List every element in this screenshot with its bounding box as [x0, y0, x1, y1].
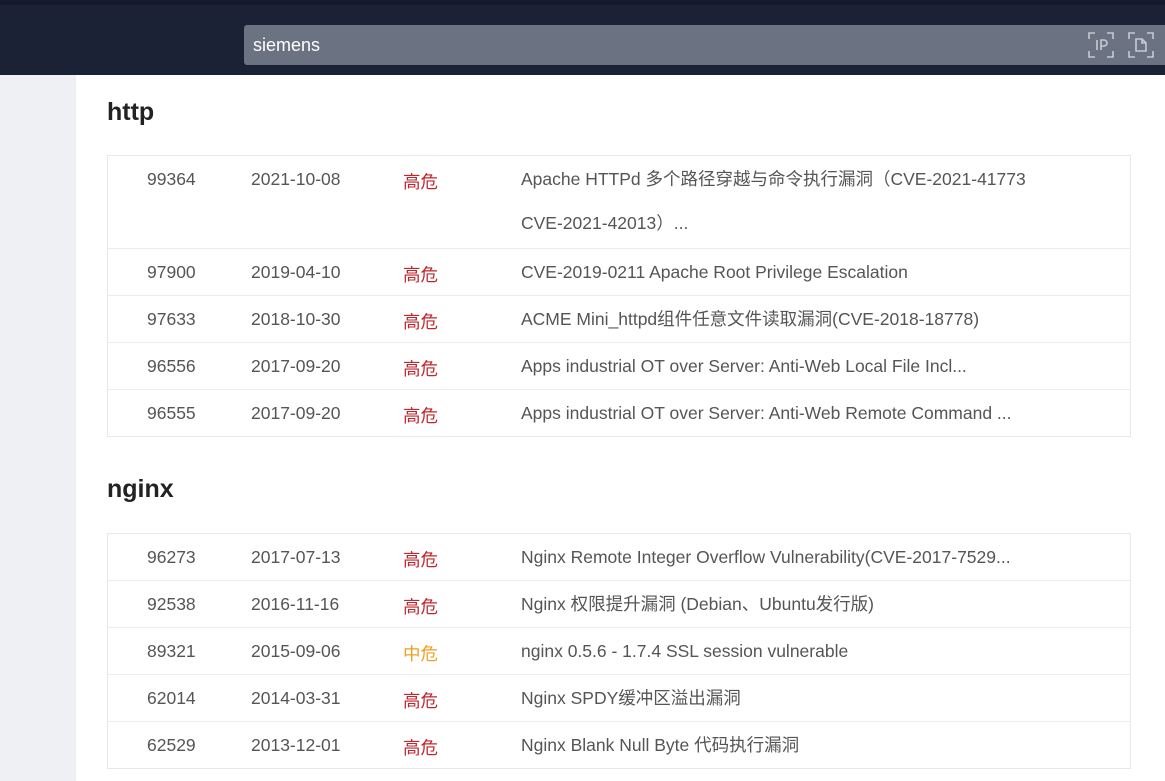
vuln-date: 2021-10-08 — [251, 169, 341, 189]
severity-label: 高危 — [403, 312, 438, 332]
vuln-table-nginx: 96273 2017-07-13 高危 Nginx Remote Integer… — [107, 533, 1131, 769]
vuln-id: 62014 — [147, 688, 196, 708]
severity-label: 高危 — [403, 406, 438, 426]
vuln-date: 2016-11-16 — [251, 594, 340, 614]
vuln-title-link[interactable]: Apps industrial OT over Server: Anti-Web… — [521, 391, 1030, 435]
severity-label: 高危 — [403, 691, 438, 711]
vuln-id: 62529 — [147, 735, 196, 755]
vuln-title-link[interactable]: nginx 0.5.6 - 1.7.4 SSL session vulnerab… — [521, 629, 1030, 673]
vuln-id: 96273 — [147, 547, 196, 567]
search-box — [244, 25, 1165, 65]
vuln-date: 2017-09-20 — [251, 403, 341, 423]
vuln-date: 2013-12-01 — [251, 735, 341, 755]
vuln-date: 2015-09-06 — [251, 641, 341, 661]
vuln-id: 99364 — [147, 169, 196, 189]
severity-label: 高危 — [403, 550, 438, 570]
vuln-title-link[interactable]: Nginx Remote Integer Overflow Vulnerabil… — [521, 535, 1030, 579]
search-input[interactable] — [244, 25, 1064, 65]
vuln-title-link[interactable]: Apps industrial OT over Server: Anti-Web… — [521, 344, 1030, 388]
vuln-id: 97900 — [147, 262, 196, 282]
table-row[interactable]: 62529 2013-12-01 高危 Nginx Blank Null Byt… — [108, 722, 1130, 768]
table-row[interactable]: 96556 2017-09-20 高危 Apps industrial OT o… — [108, 343, 1130, 390]
vuln-id: 97633 — [147, 309, 196, 329]
severity-label: 高危 — [403, 738, 438, 758]
vuln-table-http: 99364 2021-10-08 高危 Apache HTTPd 多个路径穿越与… — [107, 155, 1131, 437]
ip-scan-icon[interactable] — [1087, 31, 1115, 59]
severity-label: 中危 — [403, 644, 438, 664]
table-row[interactable]: 97633 2018-10-30 高危 ACME Mini_httpd组件任意文… — [108, 296, 1130, 343]
vuln-title-link[interactable]: CVE-2019-0211 Apache Root Privilege Esca… — [521, 250, 1030, 294]
table-row[interactable]: 92538 2016-11-16 高危 Nginx 权限提升漏洞 (Debian… — [108, 581, 1130, 628]
table-row[interactable]: 99364 2021-10-08 高危 Apache HTTPd 多个路径穿越与… — [108, 156, 1130, 249]
table-row[interactable]: 97900 2019-04-10 高危 CVE-2019-0211 Apache… — [108, 249, 1130, 296]
table-row[interactable]: 96273 2017-07-13 高危 Nginx Remote Integer… — [108, 534, 1130, 581]
section-title-nginx: nginx — [107, 475, 174, 503]
vuln-title-link[interactable]: Nginx Blank Null Byte 代码执行漏洞 — [521, 723, 1030, 767]
header-bar — [0, 0, 1165, 75]
section-title-http: http — [107, 98, 155, 126]
table-row[interactable]: 89321 2015-09-06 中危 nginx 0.5.6 - 1.7.4 … — [108, 628, 1130, 675]
vuln-date: 2014-03-31 — [251, 688, 341, 708]
vuln-date: 2019-04-10 — [251, 262, 341, 282]
document-scan-icon[interactable] — [1127, 31, 1155, 59]
header-top-strip — [0, 0, 1165, 5]
table-row[interactable]: 96555 2017-09-20 高危 Apps industrial OT o… — [108, 390, 1130, 436]
vuln-date: 2018-10-30 — [251, 309, 341, 329]
vuln-id: 96556 — [147, 356, 196, 376]
severity-label: 高危 — [403, 172, 438, 192]
vuln-date: 2017-07-13 — [251, 547, 341, 567]
vuln-id: 92538 — [147, 594, 196, 614]
vuln-title-link[interactable]: ACME Mini_httpd组件任意文件读取漏洞(CVE-2018-18778… — [521, 297, 1030, 341]
left-sidebar — [0, 75, 76, 781]
severity-label: 高危 — [403, 359, 438, 379]
severity-label: 高危 — [403, 265, 438, 285]
table-row[interactable]: 62014 2014-03-31 高危 Nginx SPDY缓冲区溢出漏洞 — [108, 675, 1130, 722]
vuln-title-link[interactable]: Apache HTTPd 多个路径穿越与命令执行漏洞（CVE-2021-4177… — [521, 157, 1030, 245]
severity-label: 高危 — [403, 597, 438, 617]
vuln-title-link[interactable]: Nginx SPDY缓冲区溢出漏洞 — [521, 676, 1030, 720]
vuln-title-link[interactable]: Nginx 权限提升漏洞 (Debian、Ubuntu发行版) — [521, 582, 1030, 626]
vuln-date: 2017-09-20 — [251, 356, 341, 376]
vuln-id: 96555 — [147, 403, 196, 423]
vuln-id: 89321 — [147, 641, 196, 661]
